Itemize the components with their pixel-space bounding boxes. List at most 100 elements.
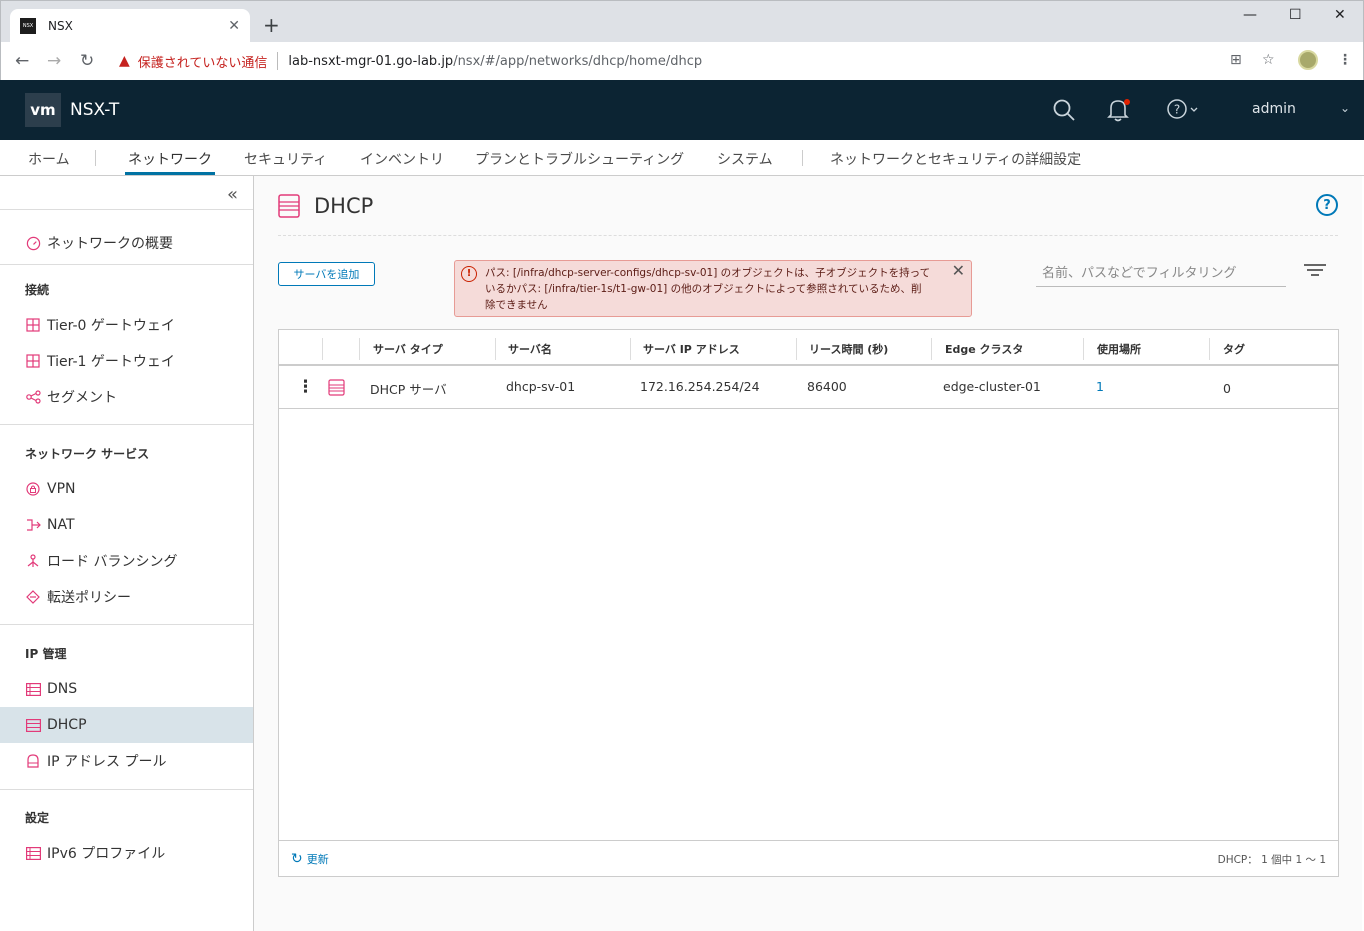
sidebar-item-label: ネットワークの概要 bbox=[47, 236, 173, 252]
favicon-text: NSX bbox=[22, 23, 34, 29]
tab-networking[interactable]: ネットワーク bbox=[128, 149, 212, 169]
column-header-lease-time[interactable]: リース時間 (秒) bbox=[809, 341, 888, 357]
sidebar-item-ipv6-profiles[interactable]: IPv6 プロファイル bbox=[0, 835, 253, 871]
notification-badge bbox=[1124, 99, 1130, 105]
sidebar-item-segments[interactable]: セグメント bbox=[0, 379, 253, 415]
tab-inventory[interactable]: インベントリ bbox=[360, 149, 444, 169]
sidebar-item-ip-pools[interactable]: IP アドレス プール bbox=[0, 743, 253, 779]
chevron-down-icon[interactable]: ⌄ bbox=[1340, 101, 1350, 115]
column-divider bbox=[796, 338, 797, 360]
filter-input[interactable] bbox=[1036, 261, 1286, 287]
refresh-icon: ↻ bbox=[291, 851, 303, 867]
dhcp-server-icon bbox=[278, 194, 300, 218]
column-divider bbox=[1209, 338, 1210, 360]
sidebar-item-forwarding-policy[interactable]: 転送ポリシー bbox=[0, 579, 253, 615]
sidebar-item-load-balancing[interactable]: ロード バランシング bbox=[0, 543, 253, 579]
collapse-sidebar-icon[interactable]: « bbox=[227, 184, 238, 205]
sidebar-item-label: DHCP bbox=[47, 717, 87, 733]
tab-home[interactable]: ホーム bbox=[28, 149, 70, 169]
tab-plan-troubleshoot[interactable]: プランとトラブルシューティング bbox=[475, 149, 684, 169]
column-header-server-name[interactable]: サーバ名 bbox=[508, 341, 552, 357]
sidebar-item-label: VPN bbox=[47, 481, 76, 497]
alert-message: パス: [/infra/dhcp-server-configs/dhcp-sv-… bbox=[485, 267, 931, 311]
maximize-icon[interactable]: ☐ bbox=[1289, 7, 1302, 23]
sidebar-divider bbox=[0, 209, 253, 210]
url-text[interactable]: lab-nsxt-mgr-01.go-lab.jp/nsx/#/app/netw… bbox=[288, 54, 702, 69]
column-header-tags[interactable]: タグ bbox=[1223, 341, 1245, 357]
sidebar-item-label: セグメント bbox=[47, 390, 117, 406]
profile-avatar[interactable] bbox=[1298, 50, 1318, 70]
ip-pool-icon bbox=[25, 753, 41, 769]
cell-server-ip: 172.16.254.254/24 bbox=[640, 379, 760, 394]
column-divider bbox=[931, 338, 932, 360]
sidebar-item-nat[interactable]: NAT bbox=[0, 507, 253, 543]
sidebar-item-label: NAT bbox=[47, 517, 75, 533]
sidebar-divider bbox=[0, 424, 253, 425]
user-menu[interactable]: admin bbox=[1252, 101, 1296, 117]
nav-divider bbox=[95, 150, 96, 166]
server-icon bbox=[25, 717, 41, 733]
primary-nav: ホーム ネットワーク セキュリティ インベントリ プランとトラブルシューティング… bbox=[0, 140, 1364, 176]
help-menu-icon[interactable]: ? bbox=[1167, 98, 1199, 125]
nsx-favicon-icon: NSX bbox=[20, 18, 36, 34]
sidebar-item-vpn[interactable]: VPN bbox=[0, 471, 253, 507]
sidebar-item-label: 転送ポリシー bbox=[47, 590, 131, 606]
column-header-edge-cluster[interactable]: Edge クラスタ bbox=[945, 341, 1023, 357]
server-icon bbox=[25, 845, 41, 861]
bookmark-star-icon[interactable]: ☆ bbox=[1262, 52, 1275, 68]
sidebar-item-tier0[interactable]: Tier-0 ゲートウェイ bbox=[0, 307, 253, 343]
search-icon[interactable] bbox=[1052, 98, 1076, 127]
minimize-icon[interactable]: — bbox=[1243, 7, 1257, 23]
tab-system[interactable]: システム bbox=[717, 149, 773, 169]
help-icon[interactable]: ? bbox=[1316, 194, 1338, 216]
column-header-server-type[interactable]: サーバ タイプ bbox=[373, 341, 443, 357]
nat-icon bbox=[25, 517, 41, 533]
error-alert: ! パス: [/infra/dhcp-server-configs/dhcp-s… bbox=[454, 260, 972, 317]
sidebar-divider bbox=[0, 264, 253, 265]
sidebar-item-dns[interactable]: DNS bbox=[0, 671, 253, 707]
vmware-logo: vm bbox=[25, 93, 61, 127]
main-content: DHCP ? サーバを追加 ! パス: [/infra/dhcp-server-… bbox=[254, 176, 1362, 931]
grid-footer: ↻ 更新 DHCP： 1 個中 1 ～ 1 bbox=[279, 840, 1338, 876]
sidebar: « ネットワークの概要 接続 Tier-0 ゲートウェイ Tier-1 ゲートウ… bbox=[0, 176, 254, 931]
omnibox-divider bbox=[277, 52, 279, 70]
error-icon: ! bbox=[461, 266, 477, 282]
table-row: ⋮ DHCP サーバ dhcp-sv-01 172.16.254.254/24 … bbox=[279, 367, 1338, 409]
dhcp-server-icon bbox=[328, 379, 346, 397]
refresh-button[interactable]: ↻ 更新 bbox=[291, 851, 329, 867]
title-divider bbox=[278, 235, 1338, 236]
column-header-server-ip[interactable]: サーバ IP アドレス bbox=[643, 341, 740, 357]
back-icon[interactable]: ← bbox=[15, 51, 29, 71]
add-server-button[interactable]: サーバを追加 bbox=[278, 262, 375, 286]
lock-icon bbox=[25, 481, 41, 497]
cell-where-used-link[interactable]: 1 bbox=[1096, 379, 1104, 394]
close-icon[interactable]: ✕ bbox=[952, 263, 965, 279]
filter-icon[interactable] bbox=[1304, 264, 1326, 278]
translate-icon[interactable]: ⊞ bbox=[1230, 52, 1242, 68]
sidebar-item-network-overview[interactable]: ネットワークの概要 bbox=[0, 225, 253, 261]
row-actions-icon[interactable]: ⋮ bbox=[297, 377, 314, 397]
address-bar[interactable]: ▲ 保護されていない通信 lab-nsxt-mgr-01.go-lab.jp/n… bbox=[109, 46, 1289, 76]
column-divider bbox=[630, 338, 631, 360]
column-header-where-used[interactable]: 使用場所 bbox=[1097, 341, 1141, 357]
security-warning[interactable]: 保護されていない通信 bbox=[138, 52, 268, 71]
tab-security[interactable]: セキュリティ bbox=[244, 149, 327, 169]
column-divider bbox=[1083, 338, 1084, 360]
sidebar-item-tier1[interactable]: Tier-1 ゲートウェイ bbox=[0, 343, 253, 379]
sidebar-item-dhcp[interactable]: DHCP bbox=[0, 707, 253, 743]
sidebar-heading-network-services: ネットワーク サービス bbox=[25, 447, 150, 461]
new-tab-icon[interactable]: + bbox=[263, 13, 280, 37]
load-balancer-icon bbox=[25, 553, 41, 569]
tab-close-icon[interactable]: ✕ bbox=[228, 18, 240, 34]
tab-advanced-networking[interactable]: ネットワークとセキュリティの詳細設定 bbox=[830, 149, 1081, 169]
dhcp-servers-grid: サーバ タイプ サーバ名 サーバ IP アドレス リース時間 (秒) Edge … bbox=[278, 329, 1339, 877]
app-header: vm NSX-T ? admin ⌄ bbox=[0, 80, 1364, 140]
gauge-icon bbox=[25, 235, 41, 251]
sidebar-heading-settings: 設定 bbox=[25, 811, 50, 825]
reload-icon[interactable]: ↻ bbox=[80, 51, 94, 71]
browser-menu-icon[interactable]: ⋮ bbox=[1338, 52, 1352, 68]
browser-tab[interactable]: NSX NSX ✕ bbox=[10, 9, 250, 43]
column-divider bbox=[359, 338, 360, 360]
window-close-icon[interactable]: ✕ bbox=[1334, 7, 1346, 23]
forward-icon[interactable]: → bbox=[47, 51, 61, 71]
